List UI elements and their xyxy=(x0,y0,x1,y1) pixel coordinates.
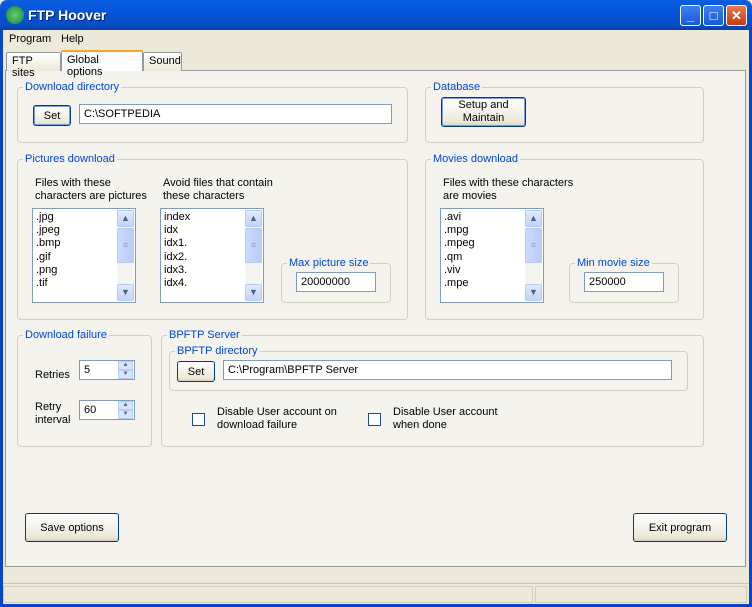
retries-label: Retries xyxy=(35,369,70,381)
list-item[interactable]: .avi xyxy=(444,211,475,224)
window-title: FTP Hoover xyxy=(28,7,107,23)
database-label: Database xyxy=(431,81,483,93)
list-item[interactable]: .png xyxy=(36,264,60,277)
picture-include-label: Files with these characters are pictures xyxy=(35,177,147,202)
status-bar xyxy=(3,583,749,604)
retries-spinner[interactable]: ▲ ▼ xyxy=(118,361,133,380)
set-download-dir-button[interactable]: Set xyxy=(33,105,71,126)
list-item[interactable]: .mpeg xyxy=(444,237,475,250)
scroll-thumb[interactable]: ≡ xyxy=(245,228,262,263)
list-item[interactable]: .mpg xyxy=(444,224,475,237)
retry-interval-spinner[interactable]: ▲ ▼ xyxy=(118,401,133,420)
maximize-button[interactable]: □ xyxy=(703,5,724,26)
retries-input[interactable]: 5 ▲ ▼ xyxy=(79,360,135,380)
list-item[interactable]: idx1. xyxy=(164,237,190,250)
exit-program-button[interactable]: Exit program xyxy=(633,513,727,542)
list-item[interactable]: .qm xyxy=(444,251,475,264)
list-item[interactable]: .tif xyxy=(36,277,60,290)
menu-program[interactable]: Program xyxy=(9,33,51,45)
set-bpftp-dir-button[interactable]: Set xyxy=(177,361,215,382)
save-options-button[interactable]: Save options xyxy=(25,513,119,542)
list-item[interactable]: index xyxy=(164,211,190,224)
scroll-down-icon[interactable]: ▼ xyxy=(245,284,262,301)
min-movie-size-input[interactable]: 250000 xyxy=(584,272,664,292)
scroll-up-icon[interactable]: ▲ xyxy=(117,210,134,227)
max-picture-size-label: Max picture size xyxy=(287,257,371,269)
retry-interval-input[interactable]: 60 ▲ ▼ xyxy=(79,400,135,420)
scrollbar[interactable]: ▲ ≡ ▼ xyxy=(525,210,542,301)
scrollbar[interactable]: ▲ ≡ ▼ xyxy=(117,210,134,301)
list-item[interactable]: idx2. xyxy=(164,251,190,264)
download-failure-group xyxy=(17,335,152,447)
retry-interval-value: 60 xyxy=(84,404,97,416)
scrollbar[interactable]: ▲ ≡ ▼ xyxy=(245,210,262,301)
minimize-button[interactable]: _ xyxy=(680,5,701,26)
pictures-download-label: Pictures download xyxy=(23,153,117,165)
min-movie-size-label: Min movie size xyxy=(575,257,652,269)
list-item[interactable]: .bmp xyxy=(36,237,60,250)
picture-avoid-list[interactable]: index idx idx1. idx2. idx3. idx4. ▲ ≡ ▼ xyxy=(160,208,264,303)
download-failure-label: Download failure xyxy=(23,329,109,341)
list-item[interactable]: idx4. xyxy=(164,277,190,290)
list-item[interactable]: idx3. xyxy=(164,264,190,277)
menu-bar xyxy=(3,30,749,48)
app-globe-icon xyxy=(6,6,24,24)
menu-help[interactable]: Help xyxy=(61,33,84,45)
scroll-up-icon[interactable]: ▲ xyxy=(525,210,542,227)
title-bar xyxy=(0,0,752,30)
scroll-thumb[interactable]: ≡ xyxy=(525,228,542,263)
list-item[interactable]: .jpeg xyxy=(36,224,60,237)
tab-ftp-sites[interactable]: FTP sites xyxy=(6,52,61,79)
list-item[interactable]: .mpe xyxy=(444,277,475,290)
download-directory-label: Download directory xyxy=(23,81,122,93)
setup-maintain-button[interactable]: Setup and Maintain xyxy=(441,97,526,127)
list-item[interactable]: idx xyxy=(164,224,190,237)
disable-on-failure-label: Disable User account on download failure xyxy=(217,406,337,431)
movie-extensions-list[interactable]: .avi .mpg .mpeg .qm .viv .mpe ▲ ≡ ▼ xyxy=(440,208,544,303)
scroll-thumb[interactable]: ≡ xyxy=(117,228,134,263)
download-dir-input[interactable]: C:\SOFTPEDIA xyxy=(79,104,392,124)
disable-on-failure-checkbox[interactable] xyxy=(192,413,205,426)
list-item[interactable]: .jpg xyxy=(36,211,60,224)
retry-interval-label: Retry interval xyxy=(35,401,71,426)
list-item[interactable]: .viv xyxy=(444,264,475,277)
scroll-down-icon[interactable]: ▼ xyxy=(525,284,542,301)
picture-extensions-list[interactable]: .jpg .jpeg .bmp .gif .png .tif ▲ ≡ ▼ xyxy=(32,208,136,303)
close-button[interactable]: ✕ xyxy=(726,5,747,26)
bpftp-dir-input[interactable]: C:\Program\BPFTP Server xyxy=(223,360,672,380)
retries-value: 5 xyxy=(84,364,91,376)
disable-when-done-checkbox[interactable] xyxy=(368,413,381,426)
max-picture-size-input[interactable]: 20000000 xyxy=(296,272,376,292)
movies-download-label: Movies download xyxy=(431,153,520,165)
scroll-up-icon[interactable]: ▲ xyxy=(245,210,262,227)
tab-sound[interactable]: Sound xyxy=(143,52,182,71)
movie-include-label: Files with these characters are movies xyxy=(443,177,574,202)
bpftp-directory-label: BPFTP directory xyxy=(175,345,260,357)
list-item[interactable]: .gif xyxy=(36,251,60,264)
scroll-down-icon[interactable]: ▼ xyxy=(117,284,134,301)
disable-when-done-label: Disable User account when done xyxy=(393,406,498,431)
tab-global-options[interactable]: Global options xyxy=(61,50,143,78)
picture-avoid-label: Avoid files that contain these character… xyxy=(163,177,273,202)
bpftp-server-label: BPFTP Server xyxy=(167,329,242,341)
